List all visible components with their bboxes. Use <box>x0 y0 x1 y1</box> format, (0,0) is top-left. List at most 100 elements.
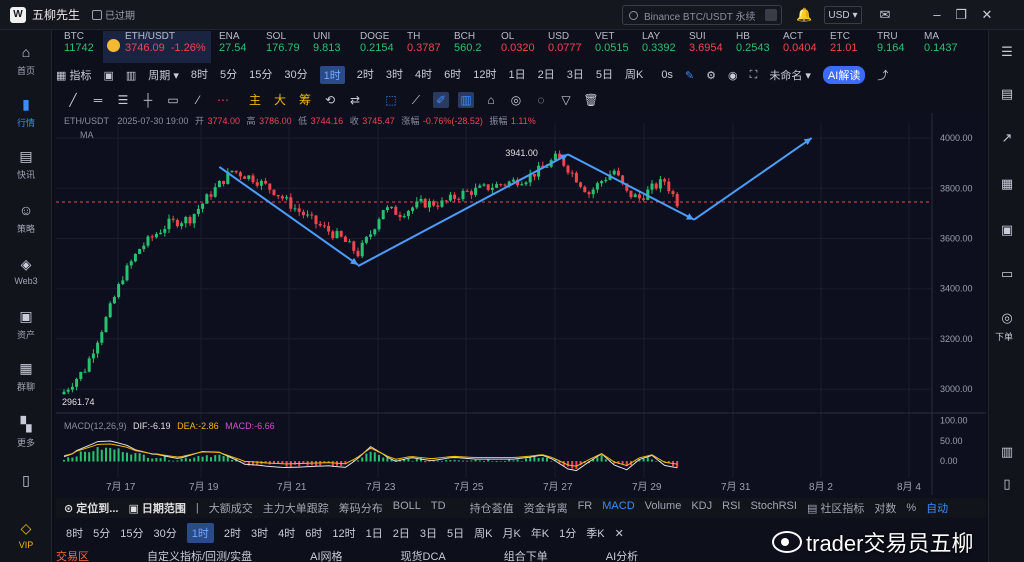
indicator-11[interactable]: RSI <box>722 500 740 516</box>
main-button[interactable]: 主 <box>247 92 263 108</box>
trendline-icon[interactable]: ╱ <box>65 92 81 108</box>
period-7[interactable]: 4时 <box>415 66 432 84</box>
nav-wallet[interactable]: ▣ 资产 <box>0 308 52 341</box>
indicator-12[interactable]: StochRSI <box>750 500 796 516</box>
interval-15[interactable]: 月K <box>502 525 520 541</box>
period-13[interactable]: 5日 <box>596 66 613 84</box>
indicator-1[interactable]: 主力大单跟踪 <box>263 500 329 516</box>
interval-14[interactable]: 周K <box>474 525 492 541</box>
indicator-5[interactable]: 持仓荟值 <box>470 500 514 516</box>
interval-2[interactable]: 15分 <box>120 525 143 541</box>
fullscreen-icon[interactable]: ⛶ <box>750 69 758 82</box>
settings-icon[interactable]: ⚙ <box>706 69 716 82</box>
period-14[interactable]: 周K <box>625 66 643 84</box>
filter-icon[interactable]: ▽ <box>558 92 574 108</box>
trash-icon[interactable]: 🗑 <box>583 92 599 108</box>
ticker-item[interactable]: BTC 11742 <box>56 31 103 63</box>
interval-18[interactable]: 季K <box>586 525 604 541</box>
indicator-10[interactable]: KDJ <box>691 500 712 516</box>
indicator-3[interactable]: BOLL <box>393 500 421 516</box>
crosshair-icon[interactable]: ⬚ <box>383 92 399 108</box>
tab-3[interactable]: 现货DCA <box>401 548 446 562</box>
tab-2[interactable]: AI网格 <box>310 548 342 562</box>
community-indicator-button[interactable]: ▤ 社区指标 <box>807 500 864 516</box>
lock-icon[interactable]: ⌂ <box>483 92 499 108</box>
ticker-item[interactable]: TH 0.3787 <box>399 31 446 63</box>
tab-1[interactable]: 自定义指标/回测/实盘 <box>147 548 252 562</box>
close-icon[interactable]: ✕ <box>980 8 994 22</box>
camera-icon[interactable]: ◉ <box>728 69 738 82</box>
period-button[interactable]: 周期 ▾ <box>148 67 179 83</box>
nav-chart-bars[interactable]: ▮ 行情 <box>0 96 52 129</box>
edit-icon[interactable]: ✎ <box>685 69 694 82</box>
period-9[interactable]: 12时 <box>473 66 496 84</box>
interval-13[interactable]: 5日 <box>447 525 464 541</box>
log-toggle[interactable]: 对数 <box>874 500 896 516</box>
interval-10[interactable]: 1日 <box>366 525 383 541</box>
tab-5[interactable]: AI分析 <box>606 548 638 562</box>
interval-4[interactable]: 1时 <box>186 523 214 543</box>
interval-1[interactable]: 5分 <box>93 525 110 541</box>
tab-0[interactable]: 交易区 <box>56 548 89 562</box>
interval-11[interactable]: 2日 <box>393 525 410 541</box>
order-icon[interactable]: ◎ <box>999 310 1015 326</box>
orderbook-icon[interactable]: ▦ <box>999 176 1015 192</box>
period-3[interactable]: 30分 <box>284 66 307 84</box>
nav-web3[interactable]: ◈ Web3 <box>0 256 52 286</box>
nav-news[interactable]: ▤ 快讯 <box>0 148 52 181</box>
ticker-item[interactable]: SUI 3.6954 <box>681 31 728 63</box>
interval-16[interactable]: 年K <box>531 525 549 541</box>
ray-icon[interactable]: ┼ <box>140 92 156 108</box>
compare-icon[interactable]: ⇄ <box>347 92 363 108</box>
ticker-item[interactable]: USD 0.0777 <box>540 31 587 63</box>
nav-phone[interactable]: ▯ <box>0 472 52 492</box>
ticker-item[interactable]: ENA 27.54 <box>211 31 258 63</box>
interval-17[interactable]: 1分 <box>559 525 576 541</box>
search-input[interactable]: Binance BTC/USDT 永续 <box>622 5 782 25</box>
interval-5[interactable]: 2时 <box>224 525 241 541</box>
price-chart[interactable]: 4000.00 3800.00 3600.00 3400.00 3200.00 3000.… <box>56 113 986 495</box>
period-12[interactable]: 3日 <box>567 66 584 84</box>
percent-toggle[interactable]: % <box>906 502 916 514</box>
calendar-icon[interactable]: ▣ <box>103 69 113 82</box>
nav-chat[interactable]: ▦ 群聊 <box>0 360 52 393</box>
document-icon[interactable]: ▤ <box>999 86 1015 102</box>
indicator-6[interactable]: 资金背离 <box>524 500 568 516</box>
layout-icon[interactable]: ☰ <box>999 44 1015 60</box>
indicators-button[interactable]: ▦ 指标 <box>56 67 91 83</box>
interval-12[interactable]: 3日 <box>420 525 437 541</box>
period-5[interactable]: 2时 <box>357 66 374 84</box>
close-icon[interactable]: ✕ <box>615 527 624 540</box>
interval-8[interactable]: 6时 <box>305 525 322 541</box>
period-2[interactable]: 15分 <box>249 66 272 84</box>
expired-badge[interactable]: 已过期 <box>92 7 135 22</box>
nav-home[interactable]: ⌂ 首页 <box>0 44 52 77</box>
ruler-icon[interactable]: ⟋ <box>408 92 424 108</box>
panel-icon[interactable]: ▯ <box>999 476 1015 492</box>
parallel-icon[interactable]: ☰ <box>115 92 131 108</box>
magnet-icon[interactable]: ▥ <box>458 92 474 108</box>
candle-type-icon[interactable]: ▥ <box>126 69 136 82</box>
period-10[interactable]: 1日 <box>508 66 525 84</box>
ticker-item[interactable]: BCH 560.2 <box>446 31 493 63</box>
interval-6[interactable]: 3时 <box>251 525 268 541</box>
period-4[interactable]: 1时 <box>319 66 345 84</box>
locate-button[interactable]: ⊙ 定位到... <box>64 500 118 516</box>
ticker-item[interactable]: VET 0.0515 <box>587 31 634 63</box>
trend-icon[interactable]: ↗ <box>999 130 1015 146</box>
period-6[interactable]: 3时 <box>386 66 403 84</box>
restore-icon[interactable]: ❐ <box>954 8 968 22</box>
period-8[interactable]: 6时 <box>444 66 461 84</box>
brush-icon[interactable]: ⁄ <box>190 92 206 108</box>
ticker-item[interactable]: LAY 0.3392 <box>634 31 681 63</box>
hline-icon[interactable]: ═ <box>90 92 106 108</box>
ticker-item[interactable]: OL 0.0320 <box>493 31 540 63</box>
nav-grid[interactable]: ▚ 更多 <box>0 416 52 449</box>
currency-select[interactable]: USD ▾ <box>824 6 862 24</box>
more-icon[interactable]: ⋯ <box>215 92 231 108</box>
indicator-7[interactable]: FR <box>578 500 593 516</box>
nav-robot[interactable]: ☺ 策略 <box>0 202 52 235</box>
rect-icon[interactable]: ▭ <box>165 92 181 108</box>
interval-3[interactable]: 30分 <box>154 525 177 541</box>
indicator-8[interactable]: MACD <box>602 500 634 516</box>
